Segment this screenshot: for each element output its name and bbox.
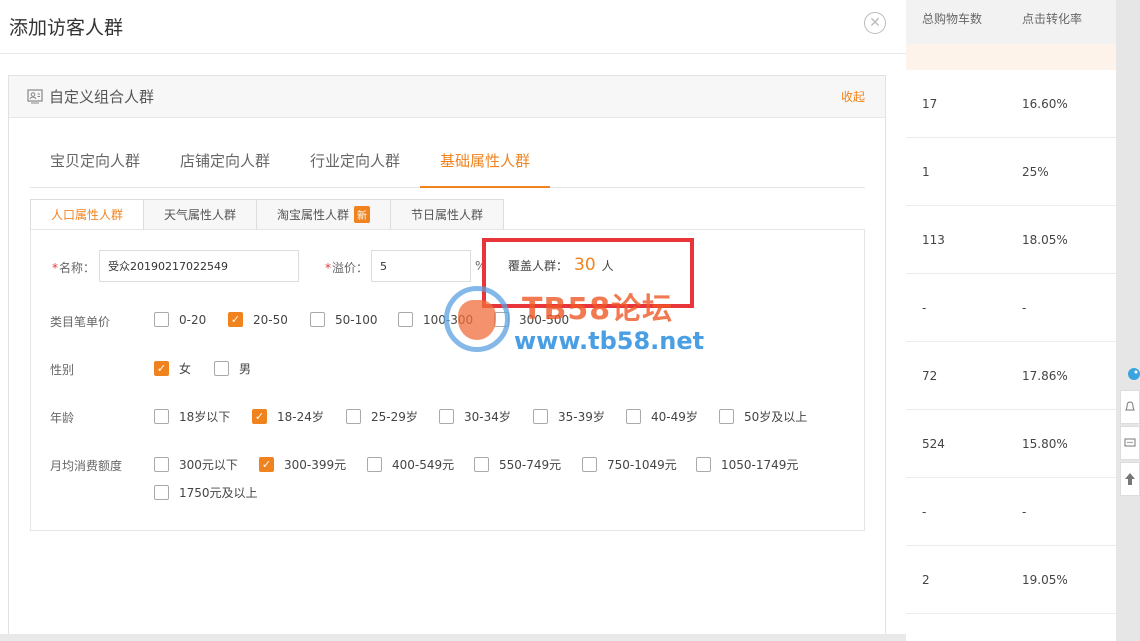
subtab-taobao[interactable]: 淘宝属性人群新: [256, 199, 391, 230]
checkbox-spend-400-549[interactable]: 400-549元: [367, 456, 454, 473]
subtab-holiday[interactable]: 节日属性人群: [390, 199, 505, 230]
check-icon: ✓: [228, 312, 243, 327]
side-toolbar: [1120, 390, 1140, 498]
table-row: 17 16.60%: [906, 70, 1116, 138]
checkbox-age-25-29[interactable]: 25-29岁: [346, 408, 418, 425]
tab-industry-crowd[interactable]: 行业定向人群: [290, 143, 420, 188]
table-row: 72 17.86%: [906, 342, 1116, 410]
checkbox-spend-750-1049[interactable]: 750-1049元: [582, 456, 677, 473]
new-badge: 新: [354, 206, 371, 223]
tab-shop-crowd[interactable]: 店铺定向人群: [160, 143, 290, 188]
check-icon: ✓: [154, 361, 169, 376]
table-row: 113 18.05%: [906, 206, 1116, 274]
chat-icon[interactable]: [1120, 426, 1140, 460]
name-input[interactable]: 受众20190217022549: [99, 250, 299, 282]
premium-label: *溢价：: [325, 261, 369, 275]
header-band: [906, 44, 1116, 70]
checkbox-price-50-100[interactable]: 50-100: [310, 312, 378, 327]
panel-title: 自定义组合人群: [49, 88, 155, 106]
checkbox-spend-1750-plus[interactable]: 1750元及以上: [154, 484, 258, 501]
header-cart-count: 总购物车数: [922, 12, 983, 26]
modal-bottom-bar: [0, 634, 906, 641]
checkbox-spend-under-300[interactable]: 300元以下: [154, 456, 238, 473]
price-group-label: 类目笔单价: [50, 315, 111, 329]
checkbox-price-100-300[interactable]: 100-300: [398, 312, 473, 327]
attribute-subtabs: 人口属性人群 天气属性人群 淘宝属性人群新 节日属性人群: [30, 199, 505, 230]
background-table: 总购物车数 点击转化率 17 16.60% 1 25% 113 18.05% -- 7…: [906, 0, 1140, 641]
spend-group-label: 月均消费额度: [50, 459, 123, 473]
checkbox-spend-1050-1749[interactable]: 1050-1749元: [696, 456, 798, 473]
subtab-demographic[interactable]: 人口属性人群: [30, 199, 144, 230]
back-to-top-icon[interactable]: [1120, 462, 1140, 496]
checkbox-price-20-50[interactable]: ✓ 20-50: [228, 312, 288, 327]
panel-header: 自定义组合人群 收起: [9, 76, 885, 118]
checkbox-age-40-49[interactable]: 40-49岁: [626, 408, 698, 425]
tab-item-crowd[interactable]: 宝贝定向人群: [30, 143, 160, 188]
checkbox-spend-300-399[interactable]: ✓ 300-399元: [259, 456, 346, 473]
checkbox-age-18-24[interactable]: ✓ 18-24岁: [252, 408, 324, 425]
bell-icon[interactable]: [1120, 390, 1140, 424]
mascot-icon[interactable]: [1124, 366, 1140, 386]
age-group-label: 年龄: [50, 411, 75, 425]
premium-input[interactable]: 5: [371, 250, 471, 282]
table-row: --: [906, 478, 1116, 546]
check-icon: ✓: [259, 457, 274, 472]
checkbox-price-300-500[interactable]: 300-500: [494, 312, 569, 327]
header-click-conversion: 点击转化率: [1022, 12, 1083, 26]
check-icon: ✓: [252, 409, 267, 424]
subtab-weather[interactable]: 天气属性人群: [143, 199, 257, 230]
collapse-link[interactable]: 收起: [841, 88, 865, 105]
table-row: 524 15.80%: [906, 410, 1116, 478]
checkbox-age-50-plus[interactable]: 50岁及以上: [719, 408, 807, 425]
gender-group-label: 性别: [50, 363, 75, 377]
name-label: *名称：: [52, 261, 96, 275]
crowd-type-tabs: 宝贝定向人群 店铺定向人群 行业定向人群 基础属性人群: [30, 143, 865, 188]
tab-basic-attribute-crowd[interactable]: 基础属性人群: [420, 143, 551, 188]
modal-header: 添加访客人群 ✕: [0, 0, 906, 54]
checkbox-age-35-39[interactable]: 35-39岁: [533, 408, 605, 425]
page-scrollbar[interactable]: [1116, 0, 1140, 641]
modal-title: 添加访客人群: [9, 17, 124, 39]
checkbox-age-under-18[interactable]: 18岁以下: [154, 408, 230, 425]
checkbox-spend-550-749[interactable]: 550-749元: [474, 456, 561, 473]
table-row: 2 19.05%: [906, 546, 1116, 614]
checkbox-age-30-34[interactable]: 30-34岁: [439, 408, 511, 425]
checkbox-gender-male[interactable]: 男: [214, 360, 251, 377]
background-table-header: 总购物车数 点击转化率: [906, 0, 1140, 44]
close-icon[interactable]: ✕: [864, 12, 886, 34]
crowd-card-icon: [27, 89, 43, 104]
table-row: --: [906, 274, 1116, 342]
highlight-annotation-box: [482, 238, 694, 308]
checkbox-gender-female[interactable]: ✓ 女: [154, 360, 191, 377]
table-row: 1 25%: [906, 138, 1116, 206]
add-visitor-crowd-modal: 添加访客人群 ✕ 自定义组合人群 收起 宝贝定向人群 店铺定向人群 行业定向人群…: [0, 0, 906, 641]
checkbox-price-0-20[interactable]: 0-20: [154, 312, 206, 327]
